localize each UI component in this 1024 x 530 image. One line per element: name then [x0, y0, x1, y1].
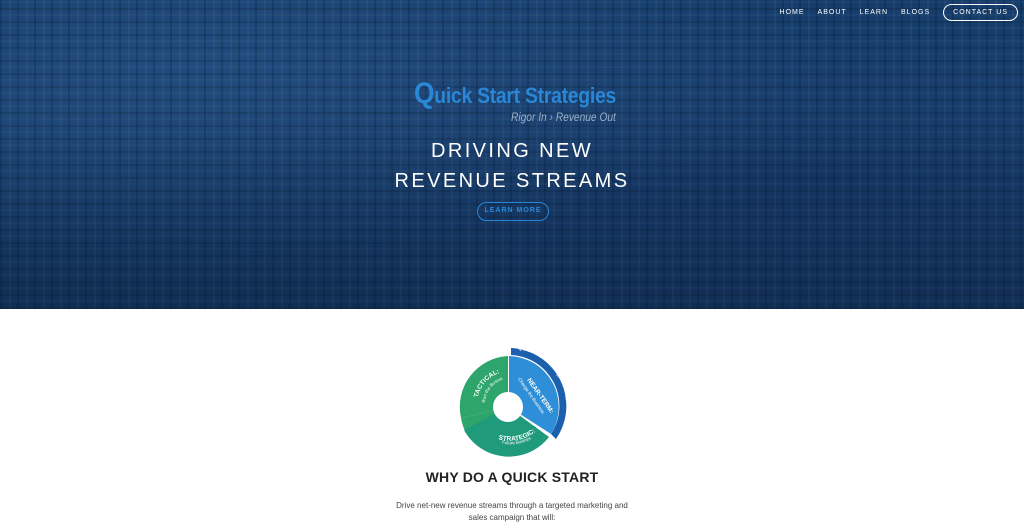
site-logo[interactable]: Quick Start Strategies Rigor In › Revenu… [414, 79, 616, 127]
section-body: Drive net-new revenue streams through a … [387, 500, 637, 524]
nav-about[interactable]: ABOUT [818, 9, 847, 16]
headline-line-1: DRIVING NEW [431, 140, 593, 162]
hero-headline: DRIVING NEW REVENUE STREAMS [312, 136, 712, 196]
headline-line-2: REVENUE STREAMS [394, 170, 630, 192]
logo-wordmark: Quick Start Strategies [414, 79, 616, 109]
diagram-center [493, 392, 523, 422]
content-section: Quick Start Strategies Focus TACTICAL: R… [0, 309, 1024, 530]
logo-name: uick Start Strategies [434, 83, 616, 108]
focus-diagram: Quick Start Strategies Focus TACTICAL: R… [455, 346, 570, 457]
nav-blogs[interactable]: BLOGS [901, 9, 930, 16]
learn-more-button[interactable]: LEARN MORE [477, 202, 549, 221]
hero-section: HOME ABOUT LEARN BLOGS CONTACT US Quick … [0, 0, 1024, 309]
section-body-line-2: sales campaign that will: [468, 513, 556, 522]
nav-learn[interactable]: LEARN [860, 9, 888, 16]
nav-home[interactable]: HOME [780, 9, 805, 16]
section-title: WHY DO A QUICK START [425, 469, 599, 485]
logo-tagline: Rigor In › Revenue Out [511, 110, 616, 124]
contact-us-button[interactable]: CONTACT US [943, 3, 1018, 21]
section-body-line-1: Drive net-new revenue streams through a … [396, 501, 628, 510]
logo-q-letter: Q [414, 77, 435, 110]
main-nav: HOME ABOUT LEARN BLOGS CONTACT US [780, 3, 1018, 21]
